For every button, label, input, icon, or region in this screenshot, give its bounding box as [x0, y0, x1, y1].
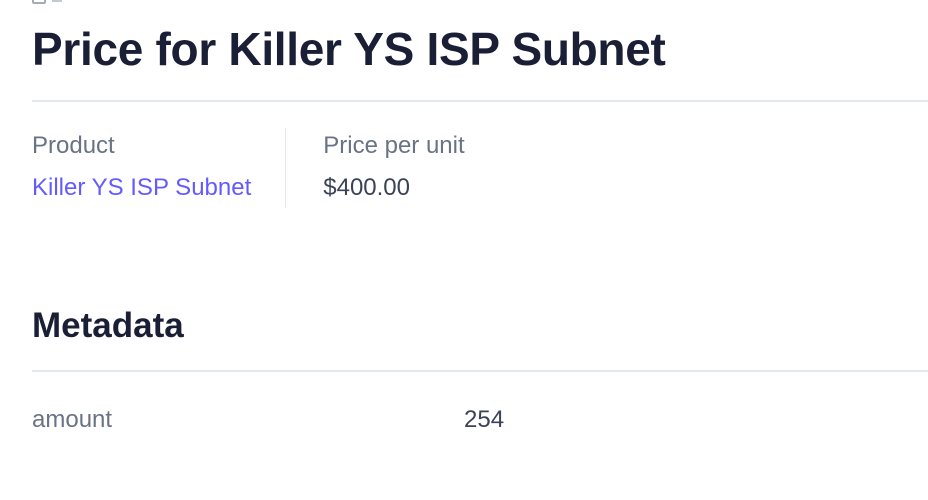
breadcrumb[interactable]: [32, 0, 62, 4]
metadata-divider: [32, 370, 928, 372]
title-divider: [32, 100, 928, 102]
price-summary: Product Killer YS ISP Subnet Price per u…: [32, 128, 465, 208]
price-per-unit-field: Price per unit $400.00: [286, 128, 464, 208]
metadata-title: Metadata: [32, 306, 184, 345]
price-detail-page: Price for Killer YS ISP Subnet Product K…: [0, 0, 928, 500]
product-label: Product: [32, 132, 115, 159]
chevron-icon: [52, 0, 62, 2]
product-link[interactable]: Killer YS ISP Subnet: [32, 170, 251, 206]
product-field: Product Killer YS ISP Subnet: [32, 128, 287, 208]
page-title: Price for Killer YS ISP Subnet: [32, 23, 666, 75]
price-tag-icon: [32, 0, 46, 4]
price-per-unit-value: $400.00: [323, 174, 411, 201]
metadata-key: amount: [32, 406, 113, 433]
metadata-row: amount 254: [32, 402, 928, 438]
price-per-unit-label: Price per unit: [323, 132, 465, 159]
metadata-value: 254: [464, 406, 505, 433]
